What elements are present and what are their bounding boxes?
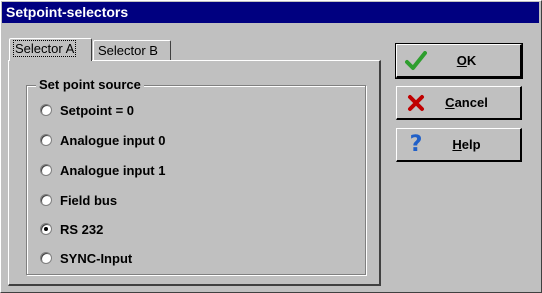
ok-button[interactable]: OK bbox=[395, 43, 523, 79]
radio-analogue-input-1[interactable]: Analogue input 1 bbox=[40, 160, 165, 180]
radio-setpoint-zero[interactable]: Setpoint = 0 bbox=[40, 100, 134, 120]
radio-analogue-input-0[interactable]: Analogue input 0 bbox=[40, 130, 165, 150]
cancel-mnemonic: C bbox=[445, 95, 455, 110]
cancel-label-rest: ancel bbox=[454, 95, 488, 110]
radio-button[interactable] bbox=[40, 104, 52, 116]
ok-label-rest: K bbox=[466, 53, 477, 68]
radio-button[interactable] bbox=[40, 134, 52, 146]
checkmark-icon bbox=[401, 50, 431, 71]
radio-label: RS 232 bbox=[60, 221, 104, 237]
ok-mnemonic: O bbox=[456, 53, 467, 68]
title-bar: Setpoint-selectors bbox=[2, 2, 539, 23]
radio-button[interactable] bbox=[40, 164, 52, 176]
radio-label: Setpoint = 0 bbox=[60, 102, 135, 118]
group-title: Set point source bbox=[36, 77, 144, 92]
tab-selector-b[interactable]: Selector B bbox=[93, 40, 171, 60]
radio-button-selected[interactable] bbox=[40, 223, 52, 235]
window-title: Setpoint-selectors bbox=[6, 4, 129, 20]
x-icon bbox=[401, 94, 431, 112]
tab-selector-b-label: Selector B bbox=[98, 43, 158, 58]
cancel-button[interactable]: Cancel bbox=[396, 86, 522, 120]
radio-button[interactable] bbox=[40, 252, 52, 264]
radio-label: Analogue input 1 bbox=[60, 162, 166, 178]
help-mnemonic: H bbox=[452, 137, 462, 152]
radio-rs-232[interactable]: RS 232 bbox=[40, 219, 103, 239]
radio-sync-input[interactable]: SYNC-Input bbox=[40, 248, 132, 268]
radio-label: Field bus bbox=[60, 192, 118, 208]
radio-button[interactable] bbox=[40, 194, 52, 206]
help-button[interactable]: ? Help bbox=[396, 128, 522, 162]
question-icon: ? bbox=[409, 131, 423, 157]
radio-selected-dot bbox=[44, 227, 48, 231]
radio-label: Analogue input 0 bbox=[60, 132, 166, 148]
radio-label: SYNC-Input bbox=[60, 250, 133, 266]
tab-selector-a[interactable]: Selector A bbox=[9, 38, 92, 61]
radio-field-bus[interactable]: Field bus bbox=[40, 190, 117, 210]
help-label-rest: elp bbox=[461, 137, 481, 152]
tab-selector-a-label: Selector A bbox=[12, 40, 77, 57]
